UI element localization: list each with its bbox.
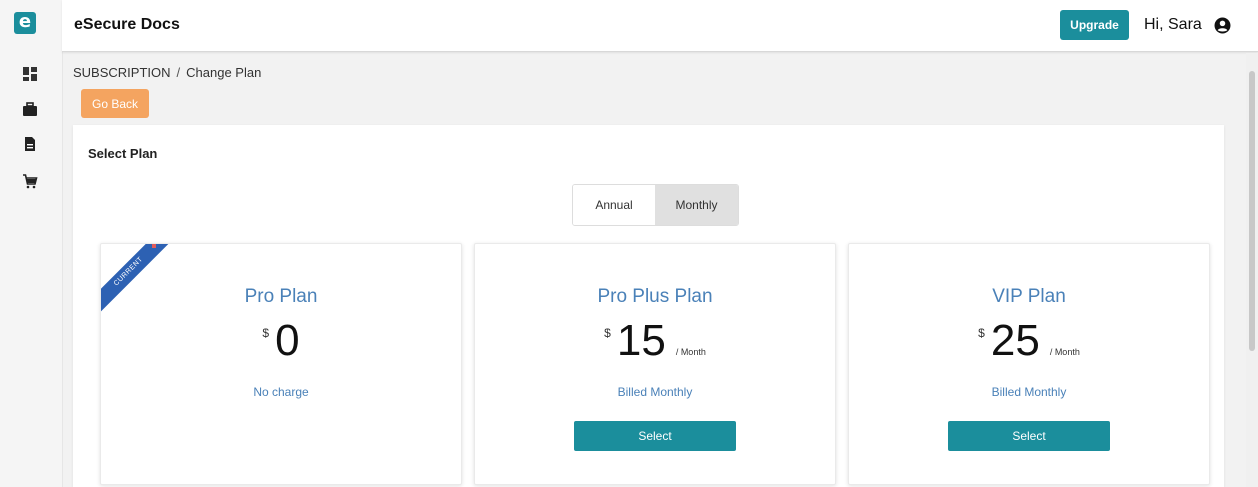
plan-price: $0 [101,316,461,366]
briefcase-icon[interactable] [22,101,38,117]
scrollbar-thumb[interactable] [1249,71,1255,351]
billing-note: Billed Monthly [617,385,693,399]
ribbon-tip [152,244,156,248]
plan-card-pro: CURRENT Pro Plan $0 No charge [100,243,462,485]
cart-icon[interactable] [22,173,38,189]
user-greeting[interactable]: Hi, Sara [1144,16,1202,34]
breadcrumb-root[interactable]: SUBSCRIPTION [73,65,171,80]
price-period: / Month [1049,347,1080,357]
price-amount: 0 [275,316,300,365]
plan-card-vip: VIP Plan $25 / Month Billed Monthly Selec… [848,243,1210,485]
billing-note: No charge [253,385,309,399]
breadcrumb: SUBSCRIPTION / Change Plan [73,65,261,80]
upgrade-button[interactable]: Upgrade [1060,10,1129,40]
currency-symbol: $ [604,326,611,340]
document-icon[interactable] [22,136,38,152]
select-plan-button[interactable]: Select [948,421,1110,451]
billing-period-toggle: Annual Monthly [572,184,739,226]
vertical-scrollbar[interactable] [1246,53,1258,487]
plan-name: Pro Plan [244,286,318,307]
breadcrumb-current: Change Plan [186,65,262,80]
user-account-icon[interactable] [1214,17,1231,34]
app-title: eSecure Docs [74,16,180,33]
toggle-annual[interactable]: Annual [573,185,655,225]
select-plan-panel: Select Plan Annual Monthly CURRENT Pro P… [73,125,1224,487]
sidebar: e [0,0,63,487]
price-period: / Month [675,347,706,357]
breadcrumb-separator: / [176,65,181,80]
go-back-button[interactable]: Go Back [81,89,149,118]
plan-price: $25 / Month [849,316,1209,366]
top-bar: eSecure Docs Upgrade Hi, Sara [62,0,1258,52]
price-amount: 25 [990,316,1040,365]
currency-symbol: $ [978,326,985,340]
section-title: Select Plan [88,146,158,161]
plan-name: Pro Plus Plan [597,286,713,307]
app-logo[interactable]: e [14,12,36,34]
dashboard-icon[interactable] [22,66,38,82]
plan-name: VIP Plan [992,286,1066,307]
currency-symbol: $ [262,326,270,340]
billing-note: Billed Monthly [991,385,1067,399]
select-plan-button[interactable]: Select [574,421,736,451]
plan-card-pro-plus: Pro Plus Plan $15/ Month Billed Monthly … [474,243,836,485]
plan-price: $15 / Month [475,316,835,366]
price-amount: 15 [616,316,666,365]
toggle-monthly[interactable]: Monthly [655,185,738,225]
